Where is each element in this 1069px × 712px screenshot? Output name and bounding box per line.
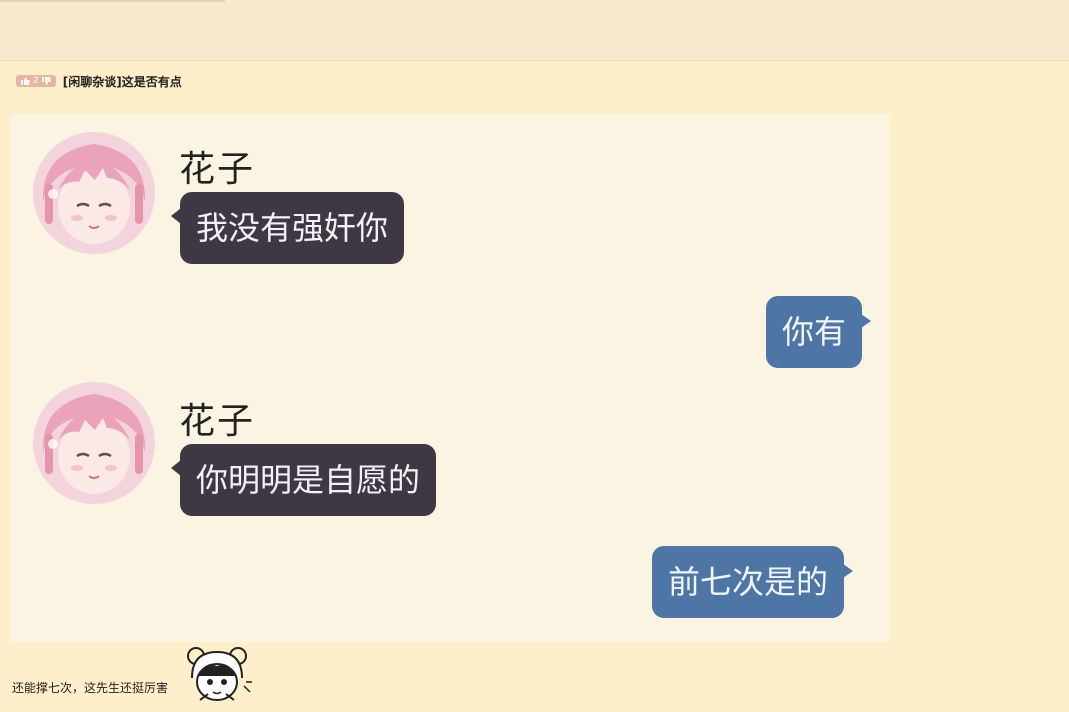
avatar: [33, 382, 155, 504]
message-bubble-left: 我没有强奸你: [170, 192, 405, 264]
thumbs-down-icon[interactable]: [41, 77, 51, 85]
vote-count: 2: [33, 76, 39, 86]
thumbs-up-icon[interactable]: [21, 77, 30, 85]
message-bubble-left: 你明明是自愿的: [170, 444, 437, 516]
chat-screenshot-image: 花子 我没有强奸你 你有 花子 你明明是自愿的 前七次是的: [11, 114, 889, 642]
post-header: 2 [闲聊杂谈]这是否有点: [16, 72, 182, 90]
tab-strip-line: [0, 0, 225, 2]
vote-badge[interactable]: 2: [16, 75, 56, 87]
message-bubble-right: 前七次是的: [652, 546, 854, 618]
top-bar: [0, 0, 1069, 61]
comment-text: 还能撑七次，这先生还挺厉害: [12, 681, 169, 695]
anime-girl-avatar-icon: [33, 382, 155, 504]
chibi-girl-sticker-icon: [187, 647, 252, 701]
post-title[interactable]: [闲聊杂谈]这是否有点: [63, 73, 182, 90]
message-bubble-right: 你有: [766, 296, 872, 368]
speaker-name: 花子: [179, 149, 256, 190]
avatar: [33, 132, 155, 254]
anime-girl-avatar-icon: [33, 132, 155, 254]
speaker-name: 花子: [179, 401, 256, 442]
